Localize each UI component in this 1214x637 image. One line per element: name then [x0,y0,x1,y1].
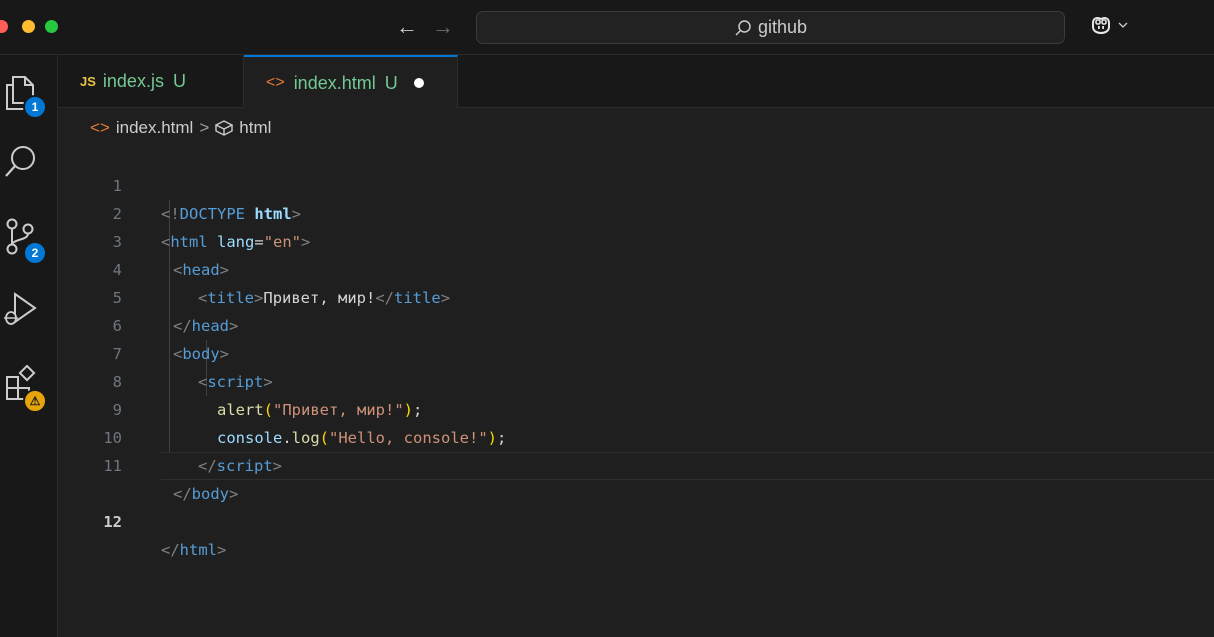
html-file-icon: <> [90,118,110,137]
chevron-down-icon [1118,22,1128,28]
code-line-2: 2 <html lang="en"> [58,172,1214,251]
code-line-5: 5 </head> [58,256,1214,335]
breadcrumb: <> index.html > html [90,116,271,140]
explorer-badge: 1 [23,95,47,119]
code-line-7: 7 <script> [58,312,1214,391]
line-number: 12 [103,513,122,531]
copilot-menu[interactable] [1090,15,1128,35]
minimize-window-button[interactable] [22,20,35,33]
extensions-warning-badge: ⚠ [23,389,47,413]
code-line-1: 1 <!DOCTYPE html> [58,144,1214,223]
activity-run-debug[interactable] [3,289,41,329]
tab-index-js[interactable]: JS index.js U [58,55,244,108]
code-line-12: 12 </html> [58,452,1214,559]
js-file-icon: JS [80,74,96,89]
git-status-untracked: U [172,71,186,91]
current-line-highlight [161,452,1214,480]
html-file-icon: <> [266,74,285,91]
git-status-untracked: U [384,72,398,93]
command-center-text: github [757,17,808,37]
code-line-8: 8 alert("Привет, мир!"); [58,340,1214,419]
code-line-10: 10 </script> [58,396,1214,475]
copilot-icon [1092,17,1110,35]
search-icon [735,19,751,36]
search-icon [5,146,35,177]
symbol-element-icon [215,120,234,136]
command-center-search[interactable]: github [476,11,1065,44]
activity-source-control[interactable]: 2 [3,215,47,265]
source-control-badge: 2 [23,241,47,265]
forward-arrow-icon[interactable]: → [432,12,454,42]
code-editor[interactable]: 1 <!DOCTYPE html> 2 <html lang="en"> 3 <… [58,144,1214,559]
code-line-9: 9 console.log("Hello, console!"); [58,368,1214,447]
activity-search[interactable] [3,143,41,183]
tab-label: index.html [293,72,376,93]
activity-extensions[interactable]: ⚠ [3,364,47,413]
zoom-window-button[interactable] [45,20,58,33]
run-debug-icon [4,292,37,325]
back-arrow-icon[interactable]: ← [396,12,418,42]
breadcrumb-file[interactable]: index.html [116,118,193,138]
title-bar: ← → github [0,0,1214,55]
code-line-3: 3 <head> [58,200,1214,279]
close-window-button[interactable] [0,20,8,33]
editor-tabs: JS index.js U <> index.html U [58,55,1214,109]
breadcrumb-symbol[interactable]: html [239,118,271,138]
tab-index-html[interactable]: <> index.html U [244,55,458,109]
code-line-4: 4 <title>Привет, мир!</title> [58,228,1214,307]
code-line-11: 11 </body> [58,424,1214,503]
unsaved-dot-icon[interactable] [413,78,424,88]
activity-explorer[interactable]: 1 [3,73,47,119]
activity-bar: 1 2 ⚠ [0,55,58,637]
tab-label: index.js [102,71,164,91]
breadcrumb-separator: > [199,118,210,137]
code-line-6: 6 <body> [58,284,1214,363]
